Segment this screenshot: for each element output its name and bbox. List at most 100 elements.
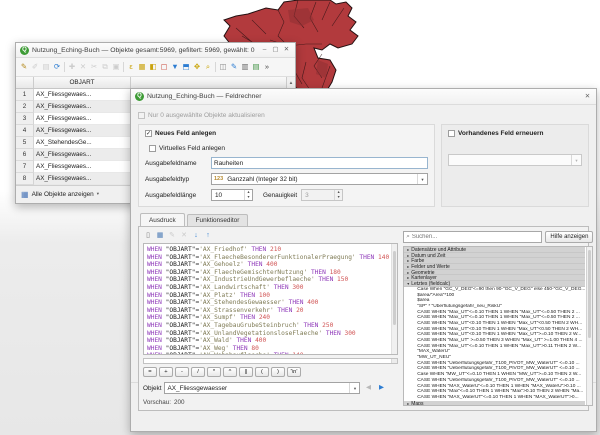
existing-field-combo[interactable]: ▾	[448, 154, 582, 166]
pan-to-selection-icon[interactable]: ✥	[192, 61, 202, 73]
recent-expression-item[interactable]: CASE WHEN "Max_UT" >=0.50 THEN 3 WHEN "M…	[404, 338, 585, 344]
row-number: 1	[16, 89, 34, 101]
new-expression-icon[interactable]: ▯	[143, 231, 153, 241]
operator-button[interactable]: =	[143, 367, 157, 377]
close-icon[interactable]: ✕	[583, 92, 592, 102]
operator-button[interactable]: '\n'	[287, 367, 301, 377]
organize-columns-icon[interactable]: ▥	[240, 61, 250, 73]
dock-table-icon[interactable]: ▤	[251, 61, 261, 73]
expression-line: WHEN "OBJART"='AX_Sumpf' THEN 240	[147, 314, 389, 322]
move-selection-top-icon[interactable]: ⬒	[181, 61, 191, 73]
select-all-icon[interactable]: ▦	[137, 61, 147, 73]
update-existing-checkbox[interactable]	[448, 130, 455, 137]
length-value: 10	[212, 190, 244, 200]
precision-stepper[interactable]: 3 ▲▼	[301, 189, 343, 201]
expression-line: WHEN "OBJART"='AX_Landwirtschaft' THEN 3…	[147, 284, 389, 292]
recent-expression-item[interactable]: Case When "GC_V_DEG"<=90 then 90-"GC_V_D…	[404, 287, 585, 293]
virtual-field-checkbox[interactable]	[149, 145, 156, 152]
operator-button[interactable]: )	[271, 367, 285, 377]
output-preview-strip	[143, 358, 398, 364]
output-field-length-stepper[interactable]: 10 ▲▼	[211, 189, 253, 201]
virtual-field-label: Virtuelles Feld anlegen	[159, 145, 225, 152]
feature-combo[interactable]: AX_Fliessgewaesser ▾	[164, 382, 360, 394]
column-header-objart[interactable]: OBJART	[34, 77, 131, 88]
only-selected-checkbox[interactable]	[138, 112, 145, 119]
reload-icon[interactable]: ⟳	[52, 61, 62, 73]
next-feature-button[interactable]: ▶	[376, 383, 386, 393]
edit-expression-icon: ✎	[167, 231, 177, 241]
create-new-field-checkbox[interactable]	[145, 130, 152, 137]
output-field-type-combo[interactable]: 123 Ganzzahl (Integer 32 bit) ▾	[211, 173, 428, 185]
expression-line: WHEN "OBJART"='AX_StehendesGewaesser' TH…	[147, 299, 389, 307]
close-button[interactable]: ✕	[282, 45, 291, 55]
stepper-arrows-icon[interactable]: ▲▼	[244, 190, 252, 200]
output-field-type-label: Ausgabefeldtyp	[145, 176, 211, 183]
scroll-up-icon[interactable]: ▲	[286, 77, 295, 88]
zoom-to-selection-icon[interactable]: ⌕	[203, 61, 213, 73]
tab-ausdruck[interactable]: Ausdruck	[140, 213, 185, 226]
paste-icon: ▣	[111, 61, 121, 73]
output-field-name-input[interactable]	[211, 157, 428, 169]
row-number: 5	[16, 137, 34, 149]
calc-titlebar[interactable]: Q Nutzung_Eching-Buch — Feldrechner ✕	[131, 89, 596, 105]
save-edits-icon: ▤	[41, 61, 51, 73]
operator-button[interactable]: ||	[239, 367, 253, 377]
attr-window-controls: –▢✕	[260, 45, 291, 55]
toggle-edit-icon[interactable]: ✎	[19, 61, 29, 73]
search-icon: ⌕	[406, 233, 410, 241]
expression-line: WHEN "OBJART"='AX_Weg' THEN 80	[147, 345, 389, 353]
new-map-view-icon[interactable]: ◫	[218, 61, 228, 73]
filter-form-icon[interactable]: ▼	[170, 61, 180, 73]
operator-button[interactable]: /	[191, 367, 205, 377]
function-group[interactable]: ▸Maps	[404, 401, 585, 406]
row-number: 8	[16, 173, 34, 185]
recent-expression-item[interactable]: Case WHEN "MW_UT"<=0.10 THEN 1 WHEN "MW_…	[404, 372, 585, 378]
table-view-icon[interactable]: ▦	[21, 190, 29, 199]
row-number: 6	[16, 149, 34, 161]
export-expressions-icon[interactable]: ↑	[203, 231, 213, 241]
expression-line: WHEN "OBJART"='AX_FlaecheGemischterNutzu…	[147, 269, 389, 277]
previous-feature-button[interactable]: ◀	[363, 383, 373, 393]
operator-button[interactable]: -	[175, 367, 189, 377]
operator-button[interactable]: *	[207, 367, 221, 377]
chevron-down-icon: ▾	[349, 383, 359, 393]
show-help-button[interactable]: Hilfe anzeigen	[545, 231, 593, 243]
tree-scrollbar[interactable]	[586, 247, 592, 405]
expression-scrollbar[interactable]	[391, 244, 397, 354]
recent-expression-item[interactable]: CASE WHEN "MAX_WaterUT"<=0.10 THEN 1 WHE…	[404, 395, 585, 401]
deselect-all-icon[interactable]: ▢	[159, 61, 169, 73]
function-search-box[interactable]: ⌕	[403, 231, 542, 243]
overflow-icon[interactable]: »	[262, 61, 272, 73]
operator-buttons: =+-/*^||()'\n'	[143, 367, 398, 377]
calc-title: Nutzung_Eching-Buch — Feldrechner	[147, 93, 580, 100]
attribute-table-titlebar[interactable]: Q Nutzung_Eching-Buch — Objekte gesamt:5…	[16, 43, 295, 58]
recent-expression-item[interactable]: CASE WHEN "Max_UT"<0.10 THEN 1 WHEN "Max…	[404, 321, 585, 327]
qgis-logo-icon: Q	[20, 46, 29, 55]
maximize-button[interactable]: ▢	[271, 45, 280, 55]
operator-button[interactable]: ^	[223, 367, 237, 377]
expression-editor[interactable]: WHEN "OBJART"='AX_Friedhof' THEN 210WHEN…	[143, 243, 398, 355]
select-by-expression-icon[interactable]: ε	[126, 61, 136, 73]
recent-expression-item[interactable]: CASE WHEN "Ueberflutungsgefahr_T100_PIVO…	[404, 378, 585, 384]
minimize-button[interactable]: –	[260, 45, 269, 55]
function-tree: ▸Datensätze und Attribute▸Datum und Zeit…	[403, 246, 593, 406]
new-field-icon[interactable]: ✎	[229, 61, 239, 73]
import-expressions-icon[interactable]: ↓	[191, 231, 201, 241]
invert-selection-icon[interactable]: ◧	[148, 61, 158, 73]
operator-button[interactable]: +	[159, 367, 173, 377]
objart-cell: AX_Fliessgewaes...	[34, 161, 131, 173]
search-input[interactable]	[412, 234, 540, 240]
row-number: 3	[16, 113, 34, 125]
operator-button[interactable]: (	[255, 367, 269, 377]
header-filler	[131, 77, 286, 88]
output-field-name-label: Ausgabefeldname	[145, 160, 211, 167]
objart-cell: AX_Fliessgewaes...	[34, 173, 131, 185]
filter-mode-label[interactable]: Alle Objekte anzeigen	[32, 191, 94, 198]
multiedit-icon: ✐	[30, 61, 40, 73]
expression-line: WHEN "OBJART"='AX_UnlandVegetationsloseF…	[147, 330, 389, 338]
save-expression-icon[interactable]: ▦	[155, 231, 165, 241]
filter-dropdown-icon[interactable]: ▾	[97, 191, 99, 197]
functions-pane: ⌕ Hilfe anzeigen ▸Datensätze und Attribu…	[403, 231, 593, 406]
update-existing-label: Vorhandenes Feld erneuern	[458, 130, 543, 137]
precision-label: Genauigkeit	[263, 192, 297, 199]
